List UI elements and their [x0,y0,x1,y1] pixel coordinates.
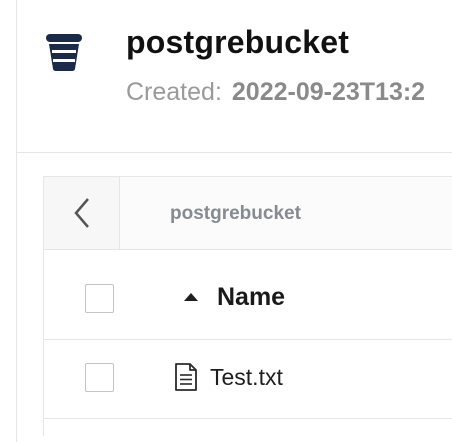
object-browser: postgrebucket Name Test.txt [43,176,452,436]
file-name[interactable]: Test.txt [210,364,283,391]
table-header-row: Name [44,249,452,340]
table-row[interactable]: Test.txt [44,340,452,419]
created-info: Created: 2022-09-23T13:2 [126,78,425,107]
breadcrumb[interactable]: postgrebucket [170,203,301,225]
breadcrumb-bar: postgrebucket [44,176,452,250]
row-checkbox[interactable] [85,363,114,392]
left-rail [0,0,17,442]
text-file-icon [175,363,197,391]
bucket-header: postgrebucket Created: 2022-09-23T13:2 [16,0,452,153]
sort-ascending-icon[interactable] [184,293,198,301]
name-column-header[interactable]: Name [217,283,285,312]
back-button[interactable] [44,177,120,249]
chevron-left-icon [73,198,89,228]
bucket-title: postgrebucket [126,24,350,60]
created-label: Created: [126,78,222,106]
bucket-icon [46,34,82,71]
select-all-checkbox[interactable] [85,284,114,313]
created-value: 2022-09-23T13:2 [231,78,426,106]
